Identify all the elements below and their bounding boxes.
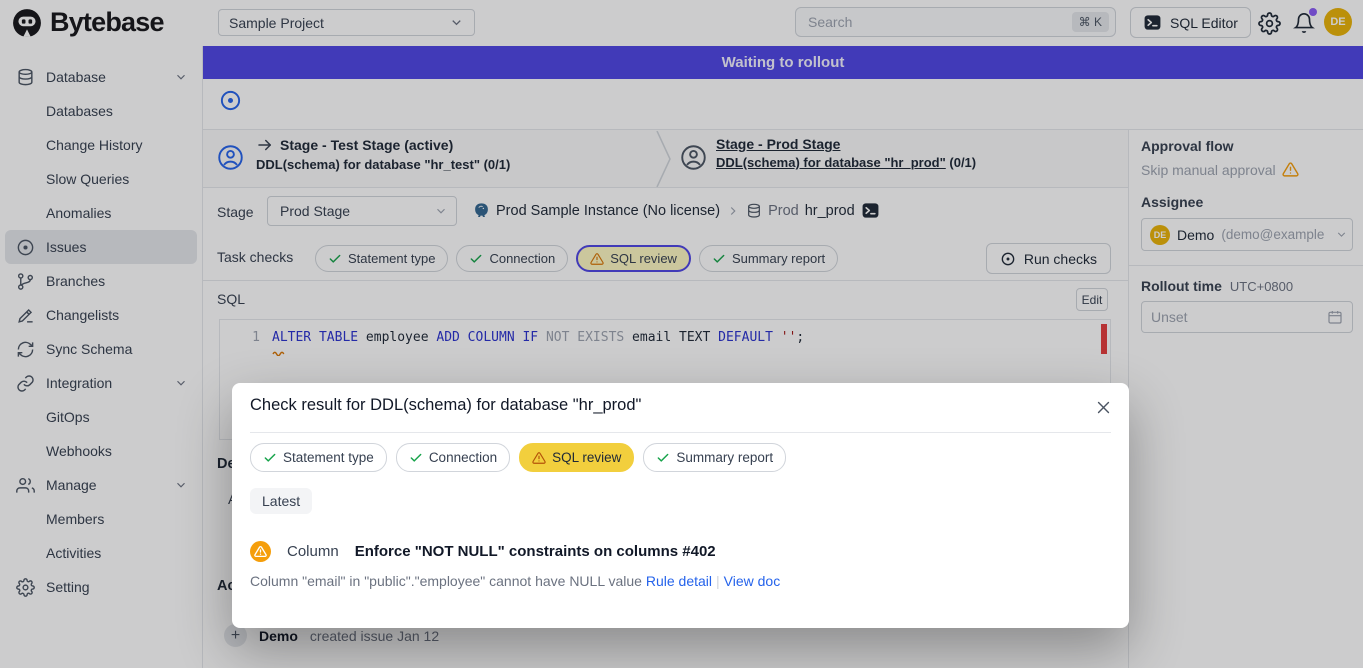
modal-title: Check result for DDL(schema) for databas… <box>250 396 641 415</box>
finding-row: Column Enforce "NOT NULL" constraints on… <box>250 541 716 562</box>
link-separator: | <box>716 573 720 589</box>
modal-check-pill-connection[interactable]: Connection <box>396 443 510 472</box>
check-result-modal: Check result for DDL(schema) for databas… <box>232 383 1129 628</box>
finding-category: Column <box>287 543 339 560</box>
modal-divider <box>250 432 1111 433</box>
latest-tag: Latest <box>250 488 312 514</box>
bytebase-app: Bytebase Sample Project ⌘ K SQL Editor <box>0 0 1363 668</box>
check-pass-icon <box>263 451 277 465</box>
modal-check-pill-sql-review[interactable]: SQL review <box>519 443 634 472</box>
check-pass-icon <box>656 451 670 465</box>
finding-rule-title: Enforce "NOT NULL" constraints on column… <box>355 543 716 560</box>
warning-circle-icon <box>250 541 271 562</box>
check-pass-icon <box>409 451 423 465</box>
modal-check-pill-summary-report[interactable]: Summary report <box>643 443 786 472</box>
close-icon[interactable] <box>1093 397 1113 417</box>
finding-detail: Column "email" in "public"."employee" ca… <box>250 573 780 589</box>
warning-triangle-icon <box>532 451 546 465</box>
rule-detail-link[interactable]: Rule detail <box>646 573 712 589</box>
modal-check-pill-statement-type[interactable]: Statement type <box>250 443 387 472</box>
view-doc-link[interactable]: View doc <box>724 573 781 589</box>
